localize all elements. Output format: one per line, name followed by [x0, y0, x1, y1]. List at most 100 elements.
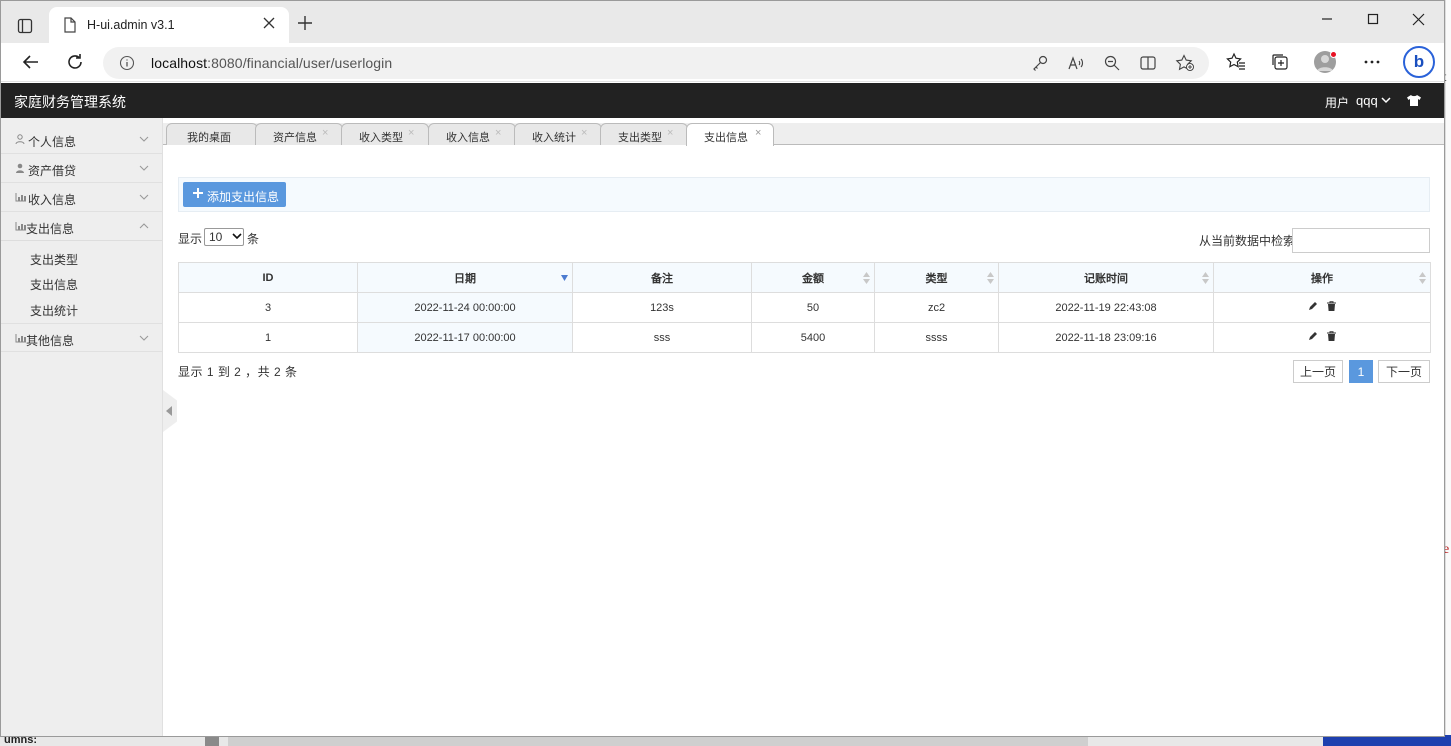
tab-expense-info[interactable]: 支出信息 ×	[686, 123, 774, 146]
tab-income-info[interactable]: 收入信息 ×	[428, 123, 516, 145]
expense-table: ID 日期 备注 金额 类型 记账时间 操作 3 2022-11-24 00:0…	[178, 262, 1431, 353]
more-options-icon[interactable]	[1363, 53, 1381, 71]
tab-close-icon[interactable]: ×	[667, 127, 673, 139]
table-row: 3 2022-11-24 00:00:00 123s 50 zc2 2022-1…	[178, 292, 1431, 323]
background-window-edge	[1445, 0, 1451, 746]
favorites-icon[interactable]	[1226, 52, 1246, 72]
cell-record-time: 2022-11-18 23:09:16	[998, 322, 1214, 353]
key-icon[interactable]	[1031, 54, 1049, 72]
tab-label: 我的桌面	[187, 132, 231, 144]
page-icon	[63, 17, 77, 33]
edit-pencil-icon[interactable]	[1308, 301, 1318, 314]
chevron-up-icon	[139, 222, 149, 230]
tab-assets-info[interactable]: 资产信息 ×	[255, 123, 343, 145]
add-expense-button[interactable]: 添加支出信息	[183, 182, 286, 207]
column-header-date[interactable]: 日期	[357, 262, 573, 293]
sort-icon	[1419, 272, 1426, 284]
edit-pencil-icon[interactable]	[1308, 331, 1318, 344]
user-menu[interactable]: qqq	[1356, 93, 1378, 108]
zoom-out-icon[interactable]	[1103, 54, 1121, 72]
column-header-id[interactable]: ID	[178, 262, 358, 293]
chevron-down-icon	[232, 233, 242, 241]
next-page-button[interactable]: 下一页	[1378, 360, 1430, 383]
browser-tab[interactable]: H-ui.admin v3.1	[49, 7, 289, 43]
tab-income-type[interactable]: 收入类型 ×	[341, 123, 429, 145]
chevron-down-icon[interactable]	[1381, 95, 1391, 105]
close-window-icon[interactable]	[1412, 13, 1425, 26]
tab-label: 收入统计	[532, 132, 576, 144]
cell-date: 2022-11-17 00:00:00	[357, 322, 573, 353]
delete-trash-icon[interactable]	[1327, 301, 1337, 314]
column-header-note[interactable]: 备注	[572, 262, 752, 293]
page-length-select[interactable]: 10	[204, 228, 244, 246]
sidebar-item-expense-type[interactable]: 支出类型	[30, 251, 78, 268]
column-header-type[interactable]: 类型	[874, 262, 999, 293]
delete-trash-icon[interactable]	[1327, 331, 1337, 344]
header-label: ID	[262, 271, 274, 284]
cell-note: 123s	[572, 292, 752, 323]
table-row: 1 2022-11-17 00:00:00 sss 5400 ssss 2022…	[178, 322, 1431, 353]
tab-close-icon[interactable]: ×	[495, 127, 501, 139]
column-header-record-time[interactable]: 记账时间	[998, 262, 1214, 293]
page-length-value: 10	[209, 230, 223, 244]
user-label: 用户	[1325, 96, 1350, 110]
sort-icon	[863, 272, 870, 284]
table-header-row: ID 日期 备注 金额 类型 记账时间 操作	[178, 262, 1431, 293]
tab-label: 支出信息	[704, 132, 748, 144]
sidebar-menu-assets[interactable]: 资产借贷	[1, 154, 162, 183]
address-bar[interactable]: localhost:8080/financial/user/userlogin	[103, 47, 1209, 79]
header-label: 金额	[802, 272, 824, 285]
tab-income-stats[interactable]: 收入统计 ×	[514, 123, 602, 145]
cell-date: 2022-11-24 00:00:00	[357, 292, 573, 323]
bing-copilot-icon[interactable]: b	[1403, 46, 1435, 78]
sort-desc-icon	[561, 275, 568, 281]
split-screen-icon[interactable]	[1139, 54, 1157, 72]
tab-close-icon[interactable]: ×	[322, 127, 328, 139]
site-info-icon[interactable]	[119, 55, 135, 71]
add-favorite-icon[interactable]	[1175, 54, 1195, 72]
tab-label: 资产信息	[273, 132, 317, 144]
tab-my-desktop[interactable]: 我的桌面	[166, 123, 258, 145]
cell-record-time: 2022-11-19 22:43:08	[998, 292, 1214, 323]
sidebar-menu-other[interactable]: 其他信息	[1, 323, 162, 352]
cell-actions	[1213, 292, 1431, 323]
tab-actions-icon[interactable]	[11, 12, 39, 40]
back-arrow-icon[interactable]	[21, 52, 41, 72]
url-host: localhost	[151, 55, 208, 71]
sidebar-menu-income[interactable]: 收入信息	[1, 183, 162, 212]
maximize-icon[interactable]	[1367, 13, 1379, 25]
chart-icon	[15, 192, 27, 202]
header-label: 备注	[651, 272, 673, 285]
sidebar-item-expense-info[interactable]: 支出信息	[30, 276, 78, 293]
search-input[interactable]	[1292, 228, 1430, 253]
minimize-icon[interactable]	[1321, 13, 1333, 25]
sidebar-menu-personal[interactable]: 个人信息	[1, 125, 162, 154]
browser-tab-strip: H-ui.admin v3.1	[1, 1, 1444, 43]
chevron-down-icon	[139, 193, 149, 201]
skin-tshirt-icon[interactable]	[1407, 94, 1421, 106]
sidebar-collapse-handle[interactable]	[163, 390, 177, 432]
sidebar-menu-label: 其他信息	[26, 334, 75, 348]
pagination-info: 显示 1 到 2 ，共 2 条	[178, 365, 298, 379]
column-header-amount[interactable]: 金额	[751, 262, 875, 293]
new-tab-icon[interactable]	[297, 15, 313, 31]
sidebar-menu-label: 收入信息	[28, 193, 77, 207]
sidebar-menu-label: 资产借贷	[28, 164, 77, 178]
sidebar-menu-expense[interactable]: 支出信息	[1, 212, 162, 241]
tab-close-icon[interactable]: ×	[755, 127, 761, 139]
prev-page-button[interactable]: 上一页	[1293, 360, 1343, 383]
tab-close-icon[interactable]: ×	[581, 127, 587, 139]
search-label: 从当前数据中检索:	[1199, 234, 1299, 248]
collections-icon[interactable]	[1270, 52, 1290, 72]
cell-type: zc2	[874, 292, 999, 323]
close-tab-icon[interactable]	[263, 17, 275, 29]
sidebar-item-expense-stats[interactable]: 支出统计	[30, 302, 78, 319]
tab-label: 收入信息	[446, 132, 490, 144]
page-tab-bar: 我的桌面 资产信息 × 收入类型 × 收入信息 × 收入统计 × 支出类型 ×	[163, 118, 1444, 146]
refresh-icon[interactable]	[65, 52, 85, 72]
read-aloud-icon[interactable]	[1067, 54, 1085, 72]
tab-label: 支出类型	[618, 132, 662, 144]
tab-close-icon[interactable]: ×	[408, 127, 414, 139]
page-1-button[interactable]: 1	[1349, 360, 1373, 383]
tab-expense-type[interactable]: 支出类型 ×	[600, 123, 688, 145]
